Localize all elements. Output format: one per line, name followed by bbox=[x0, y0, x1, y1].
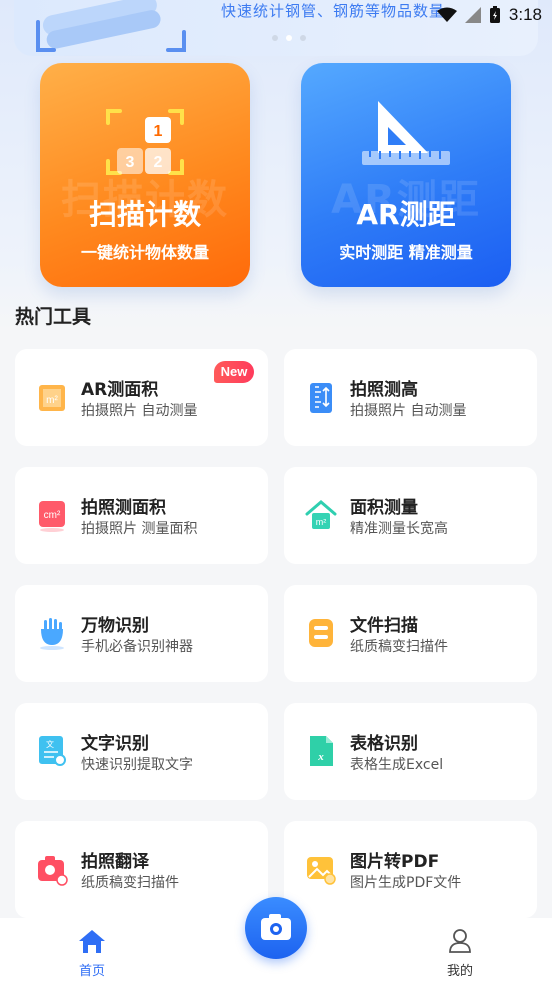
ar-card-title: AR测距 bbox=[356, 198, 456, 231]
svg-text:cm²: cm² bbox=[44, 510, 61, 521]
tool-photo-translate[interactable]: 拍照翻译 纸质稿变扫描件 bbox=[15, 821, 268, 918]
nav-home[interactable]: 首页 bbox=[62, 928, 122, 979]
tool-subtitle: 拍摄照片 自动测量 bbox=[81, 403, 198, 419]
tool-subtitle: 拍摄照片 测量面积 bbox=[81, 521, 198, 537]
new-badge: New bbox=[214, 361, 254, 383]
svg-text:m²: m² bbox=[46, 395, 58, 406]
status-bar: 3:18 bbox=[436, 5, 542, 25]
svg-text:m²: m² bbox=[316, 517, 327, 527]
tool-title: 面积测量 bbox=[350, 498, 418, 518]
camera-button[interactable] bbox=[245, 897, 307, 959]
banner-dot bbox=[272, 35, 278, 41]
nav-mine-label: 我的 bbox=[446, 964, 473, 979]
scan-number-1: 1 bbox=[154, 123, 163, 140]
tool-ar-area[interactable]: m² AR测面积 拍摄照片 自动测量 New bbox=[15, 349, 268, 446]
file-scan-icon bbox=[309, 619, 333, 647]
signal-icon bbox=[464, 7, 481, 23]
excel-icon: x bbox=[310, 736, 333, 766]
tool-subtitle: 纸质稿变扫描件 bbox=[81, 875, 179, 891]
tool-title: 拍照测高 bbox=[350, 380, 418, 400]
banner-dot-active bbox=[286, 35, 292, 41]
ar-card-subtitle: 实时测距 精准测量 bbox=[339, 243, 473, 262]
tool-object-recognize[interactable]: 万物识别 手机必备识别神器 bbox=[15, 585, 268, 682]
svg-text:x: x bbox=[317, 751, 324, 763]
measure-height-icon bbox=[310, 383, 332, 413]
tool-title: 表格识别 bbox=[350, 734, 418, 754]
tool-title: 文件扫描 bbox=[350, 616, 418, 636]
scan-card-title: 扫描计数 bbox=[88, 198, 201, 231]
home-icon bbox=[79, 930, 105, 953]
tool-subtitle: 图片生成PDF文件 bbox=[350, 875, 462, 891]
text-recognize-icon: 文 bbox=[39, 736, 66, 766]
svg-text:文: 文 bbox=[46, 739, 54, 749]
wifi-icon bbox=[436, 7, 457, 22]
hand-recognize-icon bbox=[40, 618, 64, 650]
tool-photo-height[interactable]: 拍照测高 拍摄照片 自动测量 bbox=[284, 349, 537, 446]
ar-distance-card[interactable]: AR测距 AR测距 实时测距 精准测量 bbox=[301, 63, 511, 287]
ar-area-icon: m² bbox=[39, 385, 65, 411]
banner-text: 快速统计钢管、钢筋等物品数量 bbox=[221, 2, 446, 20]
nav-mine[interactable]: 我的 bbox=[430, 928, 490, 979]
camera-translate-icon bbox=[38, 856, 68, 886]
tool-title: 拍照翻译 bbox=[81, 852, 149, 872]
user-icon bbox=[449, 929, 471, 953]
banner-dot bbox=[300, 35, 306, 41]
tool-title: 拍照测面积 bbox=[81, 498, 166, 518]
section-title-hot-tools: 热门工具 bbox=[15, 306, 92, 328]
scan-card-subtitle: 一键统计物体数量 bbox=[80, 243, 209, 262]
ruler-triangle-icon bbox=[362, 101, 450, 165]
tool-title: 万物识别 bbox=[81, 616, 149, 636]
tool-title: AR测面积 bbox=[81, 380, 159, 400]
pipes-illustration-icon bbox=[36, 0, 186, 52]
tool-subtitle: 快速识别提取文字 bbox=[81, 757, 193, 773]
tool-title: 图片转PDF bbox=[350, 852, 440, 872]
tool-subtitle: 表格生成Excel bbox=[350, 757, 444, 773]
tool-subtitle: 手机必备识别神器 bbox=[81, 639, 193, 655]
camera-icon bbox=[261, 914, 291, 940]
tool-text-recognize[interactable]: 文 文字识别 快速识别提取文字 bbox=[15, 703, 268, 800]
banner-pagination bbox=[272, 35, 306, 41]
house-area-icon: m² bbox=[305, 500, 337, 529]
nav-home-label: 首页 bbox=[78, 964, 105, 979]
tool-subtitle: 纸质稿变扫描件 bbox=[350, 639, 448, 655]
image-pdf-icon bbox=[307, 857, 336, 885]
tool-title: 文字识别 bbox=[81, 734, 149, 754]
status-time: 3:18 bbox=[508, 5, 542, 24]
tool-file-scan[interactable]: 文件扫描 纸质稿变扫描件 bbox=[284, 585, 537, 682]
tool-table-recognize[interactable]: x 表格识别 表格生成Excel bbox=[284, 703, 537, 800]
scan-number-3: 3 bbox=[126, 154, 135, 171]
scan-number-2: 2 bbox=[154, 154, 163, 171]
photo-area-icon: cm² bbox=[39, 501, 65, 532]
scan-count-icon: 1 3 2 bbox=[106, 109, 184, 175]
tool-subtitle: 精准测量长宽高 bbox=[350, 521, 448, 537]
tool-image-to-pdf[interactable]: 图片转PDF 图片生成PDF文件 bbox=[284, 821, 537, 918]
tool-subtitle: 拍摄照片 自动测量 bbox=[350, 403, 467, 419]
tool-area-measure[interactable]: m² 面积测量 精准测量长宽高 bbox=[284, 467, 537, 564]
scan-count-card[interactable]: 扫描计数 1 3 2 扫描计数 一键统计物体数量 bbox=[40, 63, 250, 287]
tool-photo-area[interactable]: cm² 拍照测面积 拍摄照片 测量面积 bbox=[15, 467, 268, 564]
battery-icon bbox=[489, 6, 500, 23]
